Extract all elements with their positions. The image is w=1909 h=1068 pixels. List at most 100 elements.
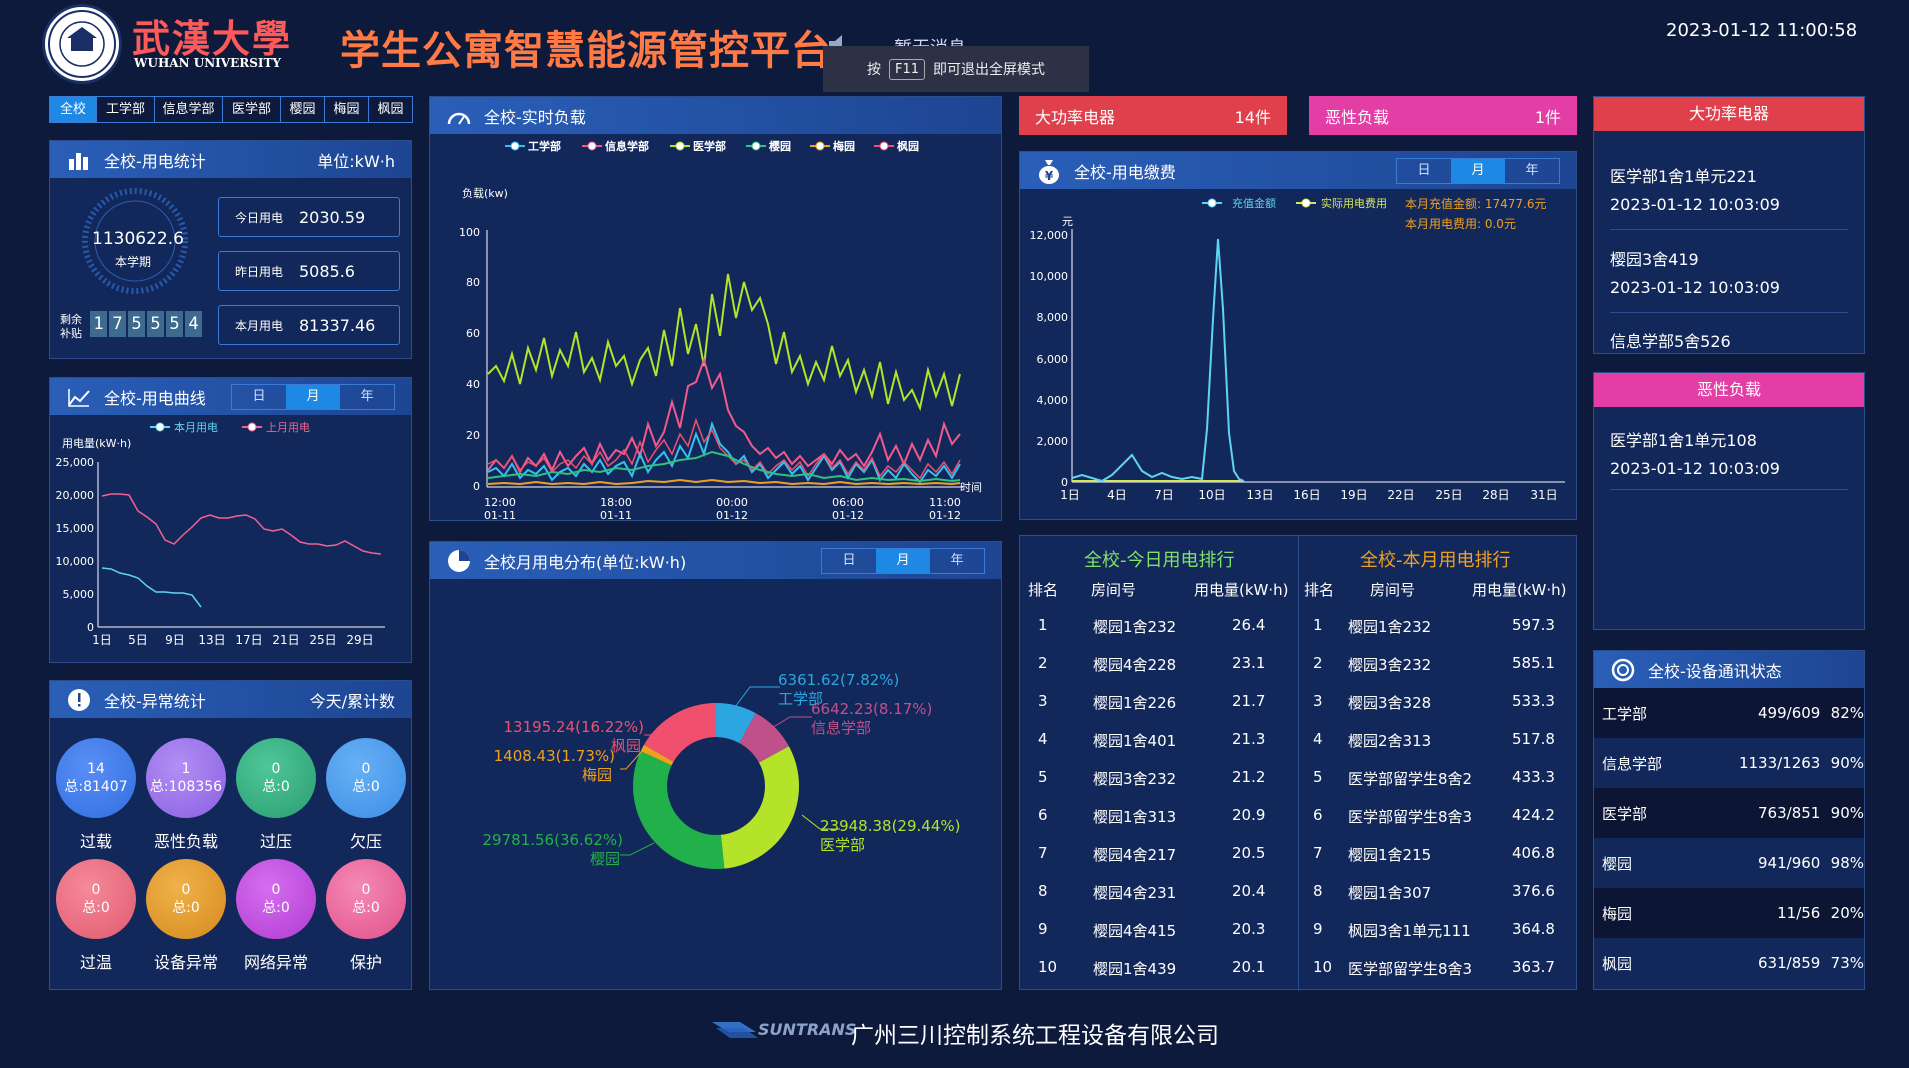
ranking-usage: 364.8 bbox=[1512, 920, 1555, 938]
tab-information[interactable]: 信息学部 bbox=[154, 97, 222, 122]
ranking-room[interactable]: 樱园1舍313 bbox=[1093, 806, 1176, 827]
realtime-load-panel: 全校-实时负载 工学部 信息学部 医学部 樱园 梅园 枫园 负载(kw) 100… bbox=[429, 96, 1002, 522]
university-logo bbox=[42, 4, 122, 84]
abnormal-network[interactable]: 0 总:0 bbox=[236, 859, 316, 939]
ranking-rank-no: 2 bbox=[1313, 654, 1323, 672]
svg-text:19日: 19日 bbox=[1340, 488, 1367, 502]
curve-ylabel: 用电量(kW·h) bbox=[62, 437, 131, 450]
device-status-row: 樱园 941/960 98% bbox=[1594, 838, 1864, 888]
svg-text:00:00: 00:00 bbox=[716, 496, 748, 509]
ranking-room[interactable]: 医学部留学生8舍2 bbox=[1348, 768, 1472, 789]
usage-stats-title: 全校-用电统计 bbox=[104, 151, 206, 171]
payment-legend-actual: 实际用电费用 bbox=[1296, 196, 1387, 210]
svg-text:01-12: 01-12 bbox=[832, 509, 864, 522]
ranking-room[interactable]: 樱园1舍232 bbox=[1093, 616, 1176, 637]
ranking-room[interactable]: 樱园1舍215 bbox=[1348, 844, 1431, 865]
ranking-rank-no: 4 bbox=[1313, 730, 1323, 748]
malicious-entry-room[interactable]: 医学部1舍1单元108 bbox=[1610, 427, 1757, 451]
range-day[interactable]: 日 bbox=[232, 385, 286, 409]
last-month-line bbox=[101, 493, 382, 555]
malicious-count: 1件 bbox=[1534, 107, 1561, 127]
device-status-header: 全校-设备通讯状态 bbox=[1594, 651, 1864, 688]
ranking-rank-no: 8 bbox=[1313, 882, 1323, 900]
overvoltage-count: 0 bbox=[271, 761, 281, 777]
abnormal-malicious[interactable]: 1 总:108356 bbox=[146, 738, 226, 818]
svg-text:0: 0 bbox=[473, 480, 480, 493]
range-year[interactable]: 年 bbox=[1505, 159, 1559, 183]
stat-label: 今日用电 bbox=[234, 210, 283, 225]
range-year[interactable]: 年 bbox=[340, 385, 394, 409]
svg-text:枫园: 枫园 bbox=[897, 139, 919, 153]
tab-meiyuan[interactable]: 梅园 bbox=[324, 97, 368, 122]
malicious-alert[interactable]: 恶性负载 1件 bbox=[1309, 96, 1577, 135]
range-month[interactable]: 月 bbox=[876, 548, 930, 573]
abnormal-protect[interactable]: 0 总:0 bbox=[326, 859, 406, 939]
ranking-usage: 20.1 bbox=[1232, 958, 1266, 976]
ranking-room[interactable]: 樱园4舍415 bbox=[1093, 920, 1176, 941]
ranking-room[interactable]: 枫园3舍1单元111 bbox=[1348, 920, 1471, 941]
svg-text:8,000: 8,000 bbox=[1037, 311, 1069, 324]
svg-text:01-11: 01-11 bbox=[600, 509, 632, 522]
overload-total: 总:81407 bbox=[64, 779, 128, 795]
usage-stats-panel: 全校-用电统计 单位:kW·h 1130622.6 本学期 剩余 补贴 1 7 … bbox=[49, 140, 412, 359]
abnormal-undervoltage[interactable]: 0 总:0 bbox=[326, 738, 406, 818]
range-day[interactable]: 日 bbox=[1397, 159, 1451, 183]
stat-value: 5085.6 bbox=[299, 261, 355, 281]
distribution-title: 全校月用电分布(单位:kW·h) bbox=[484, 552, 687, 572]
tab-yingyuan[interactable]: 樱园 bbox=[280, 97, 324, 122]
subsidy-digit: 4 bbox=[185, 311, 202, 337]
svg-text:枫园: 枫园 bbox=[611, 737, 641, 755]
range-month[interactable]: 月 bbox=[286, 384, 340, 409]
device-rate: 90% bbox=[1830, 754, 1865, 772]
ranking-room[interactable]: 樱园4舍228 bbox=[1093, 654, 1176, 675]
pie-chart-icon bbox=[446, 548, 472, 574]
svg-text:¥: ¥ bbox=[1045, 169, 1054, 183]
ranking-room[interactable]: 樱园3舍232 bbox=[1348, 654, 1431, 675]
svg-text:20: 20 bbox=[466, 429, 480, 442]
ranking-usage: 433.3 bbox=[1512, 768, 1555, 786]
tab-engineering[interactable]: 工学部 bbox=[96, 97, 154, 122]
svg-text:21日: 21日 bbox=[272, 633, 299, 647]
range-day[interactable]: 日 bbox=[822, 549, 876, 573]
abnormal-overvoltage[interactable]: 0 总:0 bbox=[236, 738, 316, 818]
toast-text-pre: 按 bbox=[866, 62, 881, 78]
ranking-room[interactable]: 樱园4舍231 bbox=[1093, 882, 1176, 903]
ranking-room[interactable]: 樱园1舍307 bbox=[1348, 882, 1431, 903]
ranking-room[interactable]: 樱园3舍328 bbox=[1348, 692, 1431, 713]
ranking-room[interactable]: 樱园1舍401 bbox=[1093, 730, 1176, 751]
abnormal-device[interactable]: 0 总:0 bbox=[146, 859, 226, 939]
this-month-line bbox=[101, 567, 202, 608]
high-power-alert[interactable]: 大功率电器 14件 bbox=[1019, 96, 1287, 135]
payment-range: 日 月 年 bbox=[1396, 157, 1560, 184]
tab-all[interactable]: 全校 bbox=[50, 97, 96, 122]
ranking-room[interactable]: 樱园1舍232 bbox=[1348, 616, 1431, 637]
high-power-panel: 大功率电器 医学部1舍1单元221 2023-01-12 10:03:09 樱园… bbox=[1593, 96, 1865, 354]
ranking-room[interactable]: 医学部留学生8舍3 bbox=[1348, 806, 1472, 827]
ranking-rank-no: 6 bbox=[1313, 806, 1323, 824]
ranking-room[interactable]: 樱园3舍232 bbox=[1093, 768, 1176, 789]
high-power-entry-room[interactable]: 樱园3舍419 bbox=[1610, 246, 1699, 270]
svg-text:29781.56(36.62%): 29781.56(36.62%) bbox=[483, 831, 623, 849]
ranking-room[interactable]: 医学部留学生8舍3 bbox=[1348, 958, 1472, 979]
tab-medical[interactable]: 医学部 bbox=[222, 97, 280, 122]
svg-text:29日: 29日 bbox=[346, 633, 373, 647]
tab-fengyuan[interactable]: 枫园 bbox=[368, 97, 412, 122]
svg-text:18:00: 18:00 bbox=[600, 496, 632, 509]
high-power-entry-room[interactable]: 信息学部5舍526 bbox=[1610, 328, 1731, 352]
svg-text:4,000: 4,000 bbox=[1037, 394, 1069, 407]
high-power-entry-room[interactable]: 医学部1舍1单元221 bbox=[1610, 163, 1757, 187]
svg-text:16日: 16日 bbox=[1293, 488, 1320, 502]
ranking-room[interactable]: 樱园1舍226 bbox=[1093, 692, 1176, 713]
device-status-row: 信息学部 1133/1263 90% bbox=[1594, 738, 1864, 788]
svg-text:01-12: 01-12 bbox=[929, 509, 961, 522]
abnormal-overtemp[interactable]: 0 总:0 bbox=[56, 859, 136, 939]
f11-key: F11 bbox=[888, 58, 926, 80]
range-year[interactable]: 年 bbox=[930, 549, 984, 573]
svg-text:80: 80 bbox=[466, 276, 480, 289]
abnormal-overload[interactable]: 14 总:81407 bbox=[56, 738, 136, 818]
ranking-room[interactable]: 樱园4舍217 bbox=[1093, 844, 1176, 865]
device-campus: 梅园 bbox=[1602, 904, 1633, 923]
ranking-room[interactable]: 樱园1舍439 bbox=[1093, 958, 1176, 979]
range-month[interactable]: 月 bbox=[1451, 158, 1505, 183]
ranking-room[interactable]: 樱园2舍313 bbox=[1348, 730, 1431, 751]
